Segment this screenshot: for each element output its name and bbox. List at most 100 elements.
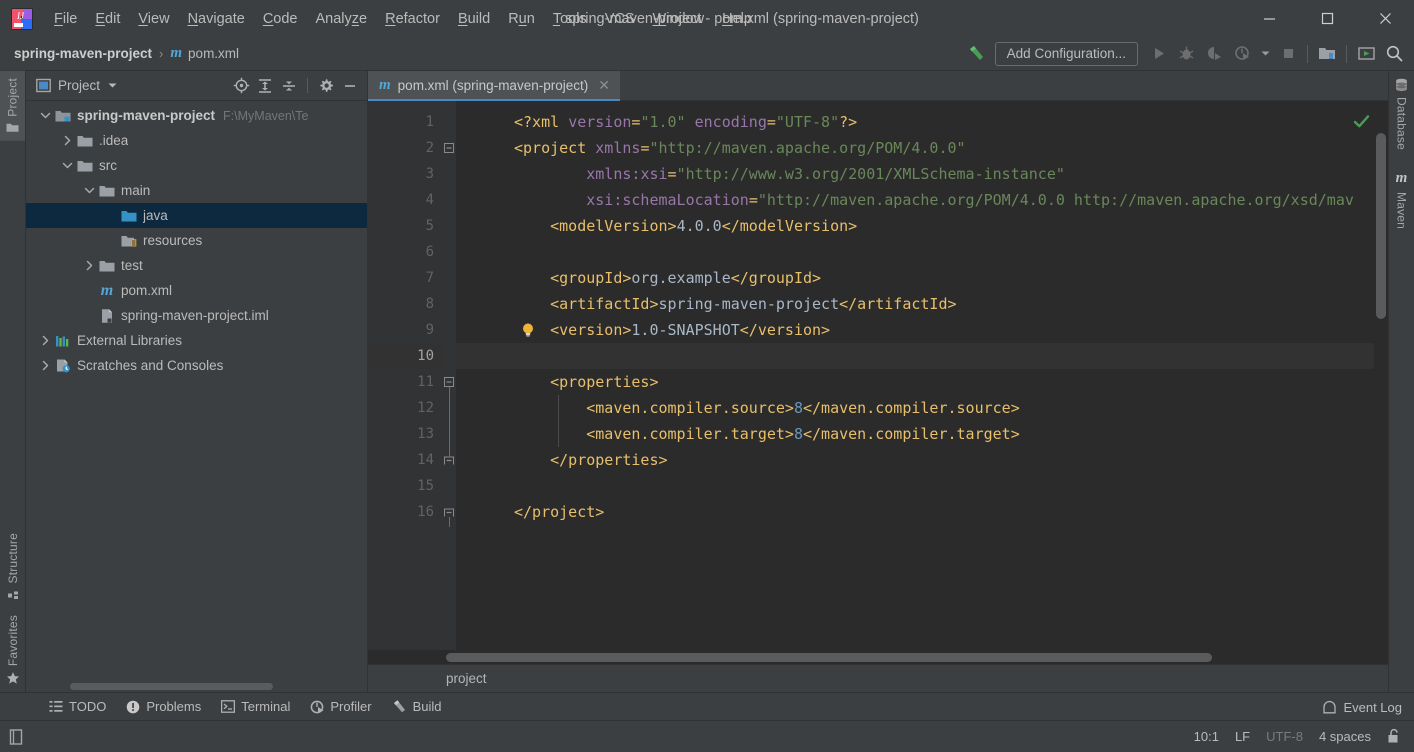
chevron-right-icon[interactable] (58, 135, 76, 146)
file-encoding[interactable]: UTF-8 (1266, 729, 1303, 744)
code-line[interactable]: <project xmlns="http://maven.apache.org/… (456, 135, 1388, 161)
tool-window-button-build[interactable]: Build (383, 696, 451, 717)
tree-item-spring-maven-project-iml[interactable]: spring-maven-project.iml (26, 303, 367, 328)
breadcrumb-project[interactable]: spring-maven-project (14, 46, 152, 61)
gutter-line-number[interactable]: 12 (368, 395, 442, 421)
project-tree[interactable]: spring-maven-project F:\MyMaven\Te .idea sr… (26, 101, 367, 680)
menu-tools[interactable]: Tools (544, 6, 596, 32)
check-ok-icon[interactable] (1353, 113, 1370, 130)
tree-item-pom-xml[interactable]: m pom.xml (26, 278, 367, 303)
fold-close-icon[interactable] (444, 507, 454, 517)
chevron-right-icon[interactable] (36, 360, 54, 371)
fold-open-icon[interactable] (444, 143, 454, 153)
chevron-down-icon[interactable] (36, 110, 54, 121)
editor-tab-pom-xml[interactable]: m pom.xml (spring-maven-project) ✕ (368, 71, 620, 101)
updates-button[interactable] (1352, 40, 1380, 68)
line-separator[interactable]: LF (1235, 729, 1250, 744)
code-line[interactable] (456, 343, 1388, 369)
sidebar-tab-structure[interactable]: Structure (6, 526, 20, 608)
menu-help[interactable]: Help (713, 6, 761, 32)
code-line[interactable]: <?xml version="1.0" encoding="UTF-8"?> (456, 109, 1388, 135)
caret-position[interactable]: 10:1 (1194, 729, 1219, 744)
tool-window-button-profiler[interactable]: Profiler (301, 696, 380, 717)
indent-setting[interactable]: 4 spaces (1319, 729, 1371, 744)
gutter-line-number[interactable]: 6 (368, 239, 442, 265)
tree-item-main[interactable]: main (26, 178, 367, 203)
run-with-coverage-button[interactable] (1200, 40, 1228, 68)
event-log-button[interactable]: Event Log (1322, 694, 1402, 720)
maximize-button[interactable] (1298, 0, 1356, 37)
gutter-line-number[interactable]: 14 (368, 447, 442, 473)
tree-item-scratches-and-consoles[interactable]: Scratches and Consoles (26, 353, 367, 378)
menu-navigate[interactable]: Navigate (179, 6, 254, 32)
intention-bulb-icon[interactable] (520, 322, 536, 338)
gutter-line-number[interactable]: 1 (368, 109, 442, 135)
code-line[interactable]: <artifactId>spring-maven-project</artifa… (456, 291, 1388, 317)
sidebar-tab-database[interactable]: Database (1395, 71, 1409, 157)
code-line[interactable]: </properties> (456, 447, 1388, 473)
tool-window-button-todo[interactable]: TODO (40, 696, 115, 717)
sidebar-tab-project[interactable]: Project (0, 71, 25, 141)
scrollbar-thumb[interactable] (1376, 133, 1386, 319)
tree-item-test[interactable]: test (26, 253, 367, 278)
tree-item--idea[interactable]: .idea (26, 128, 367, 153)
gutter-line-number[interactable]: 11 (368, 369, 442, 395)
menu-code[interactable]: Code (254, 6, 307, 32)
code-line[interactable]: </project> (456, 499, 1388, 525)
code-line[interactable]: <groupId>org.example</groupId> (456, 265, 1388, 291)
gutter-line-number[interactable]: 9 (368, 317, 442, 343)
tool-window-button-problems[interactable]: Problems (117, 696, 210, 717)
build-project-button[interactable] (963, 40, 991, 68)
chevron-right-icon[interactable] (36, 335, 54, 346)
menu-vcs[interactable]: VCS (596, 6, 644, 32)
breadcrumb-file[interactable]: pom.xml (188, 46, 239, 61)
code-line[interactable]: <version>1.0-SNAPSHOT</version> (456, 317, 1388, 343)
editor-breadcrumb[interactable]: project (446, 671, 487, 686)
expand-all-icon[interactable] (254, 75, 276, 97)
gutter-line-number[interactable]: 3 (368, 161, 442, 187)
gutter-line-number[interactable]: 13 (368, 421, 442, 447)
gutter-line-number[interactable]: 8 (368, 291, 442, 317)
gutter-line-number[interactable]: 7 (368, 265, 442, 291)
tree-item-spring-maven-project[interactable]: spring-maven-project F:\MyMaven\Te (26, 103, 367, 128)
tree-item-resources[interactable]: resources (26, 228, 367, 253)
fold-gutter[interactable] (442, 101, 456, 650)
tree-item-java[interactable]: java (26, 203, 367, 228)
menu-window[interactable]: Window (644, 6, 714, 32)
editor-gutter[interactable]: 1 2 3 4 5 6 7 8 9 10 11 12 13 14 15 16 (368, 101, 442, 650)
project-structure-button[interactable] (1313, 40, 1341, 68)
project-panel-hscrollbar[interactable] (26, 680, 367, 692)
sidebar-tab-maven[interactable]: m Maven (1395, 163, 1409, 236)
menu-edit[interactable]: Edit (86, 6, 129, 32)
code-editor[interactable]: 1 2 3 4 5 6 7 8 9 10 11 12 13 14 15 16 <?xml version="1… (368, 101, 1388, 650)
chevron-down-icon[interactable] (58, 160, 76, 171)
tree-item-src[interactable]: src (26, 153, 367, 178)
menu-refactor[interactable]: Refactor (376, 6, 449, 32)
editor-horizontal-scrollbar[interactable] (368, 650, 1388, 664)
file-icon[interactable] (8, 728, 25, 746)
chevron-down-icon[interactable] (1256, 40, 1274, 68)
gutter-line-number[interactable]: 15 (368, 473, 442, 499)
code-line[interactable] (456, 239, 1388, 265)
menu-build[interactable]: Build (449, 6, 499, 32)
hide-panel-icon[interactable] (339, 75, 361, 97)
gutter-line-number[interactable]: 4 (368, 187, 442, 213)
tool-window-button-terminal[interactable]: Terminal (212, 696, 299, 717)
code-line[interactable]: xmlns:xsi="http://www.w3.org/2001/XMLSch… (456, 161, 1388, 187)
gutter-line-number[interactable]: 16 (368, 499, 442, 525)
code-line[interactable] (456, 473, 1388, 499)
tree-item-external-libraries[interactable]: External Libraries (26, 328, 367, 353)
code-line[interactable]: xsi:schemaLocation="http://maven.apache.… (456, 187, 1388, 213)
close-icon[interactable]: ✕ (598, 77, 610, 94)
code-line[interactable]: <modelVersion>4.0.0</modelVersion> (456, 213, 1388, 239)
close-button[interactable] (1356, 0, 1414, 37)
debug-button[interactable] (1172, 40, 1200, 68)
gear-icon[interactable] (315, 75, 337, 97)
editor-code-column[interactable]: <?xml version="1.0" encoding="UTF-8"?> <p… (442, 101, 1388, 650)
stop-button[interactable] (1274, 40, 1302, 68)
add-configuration-button[interactable]: Add Configuration... (994, 41, 1138, 66)
menu-run[interactable]: Run (499, 6, 544, 32)
profile-button[interactable] (1228, 40, 1256, 68)
gutter-line-number[interactable]: 2 (368, 135, 442, 161)
search-everywhere-button[interactable] (1380, 40, 1408, 68)
